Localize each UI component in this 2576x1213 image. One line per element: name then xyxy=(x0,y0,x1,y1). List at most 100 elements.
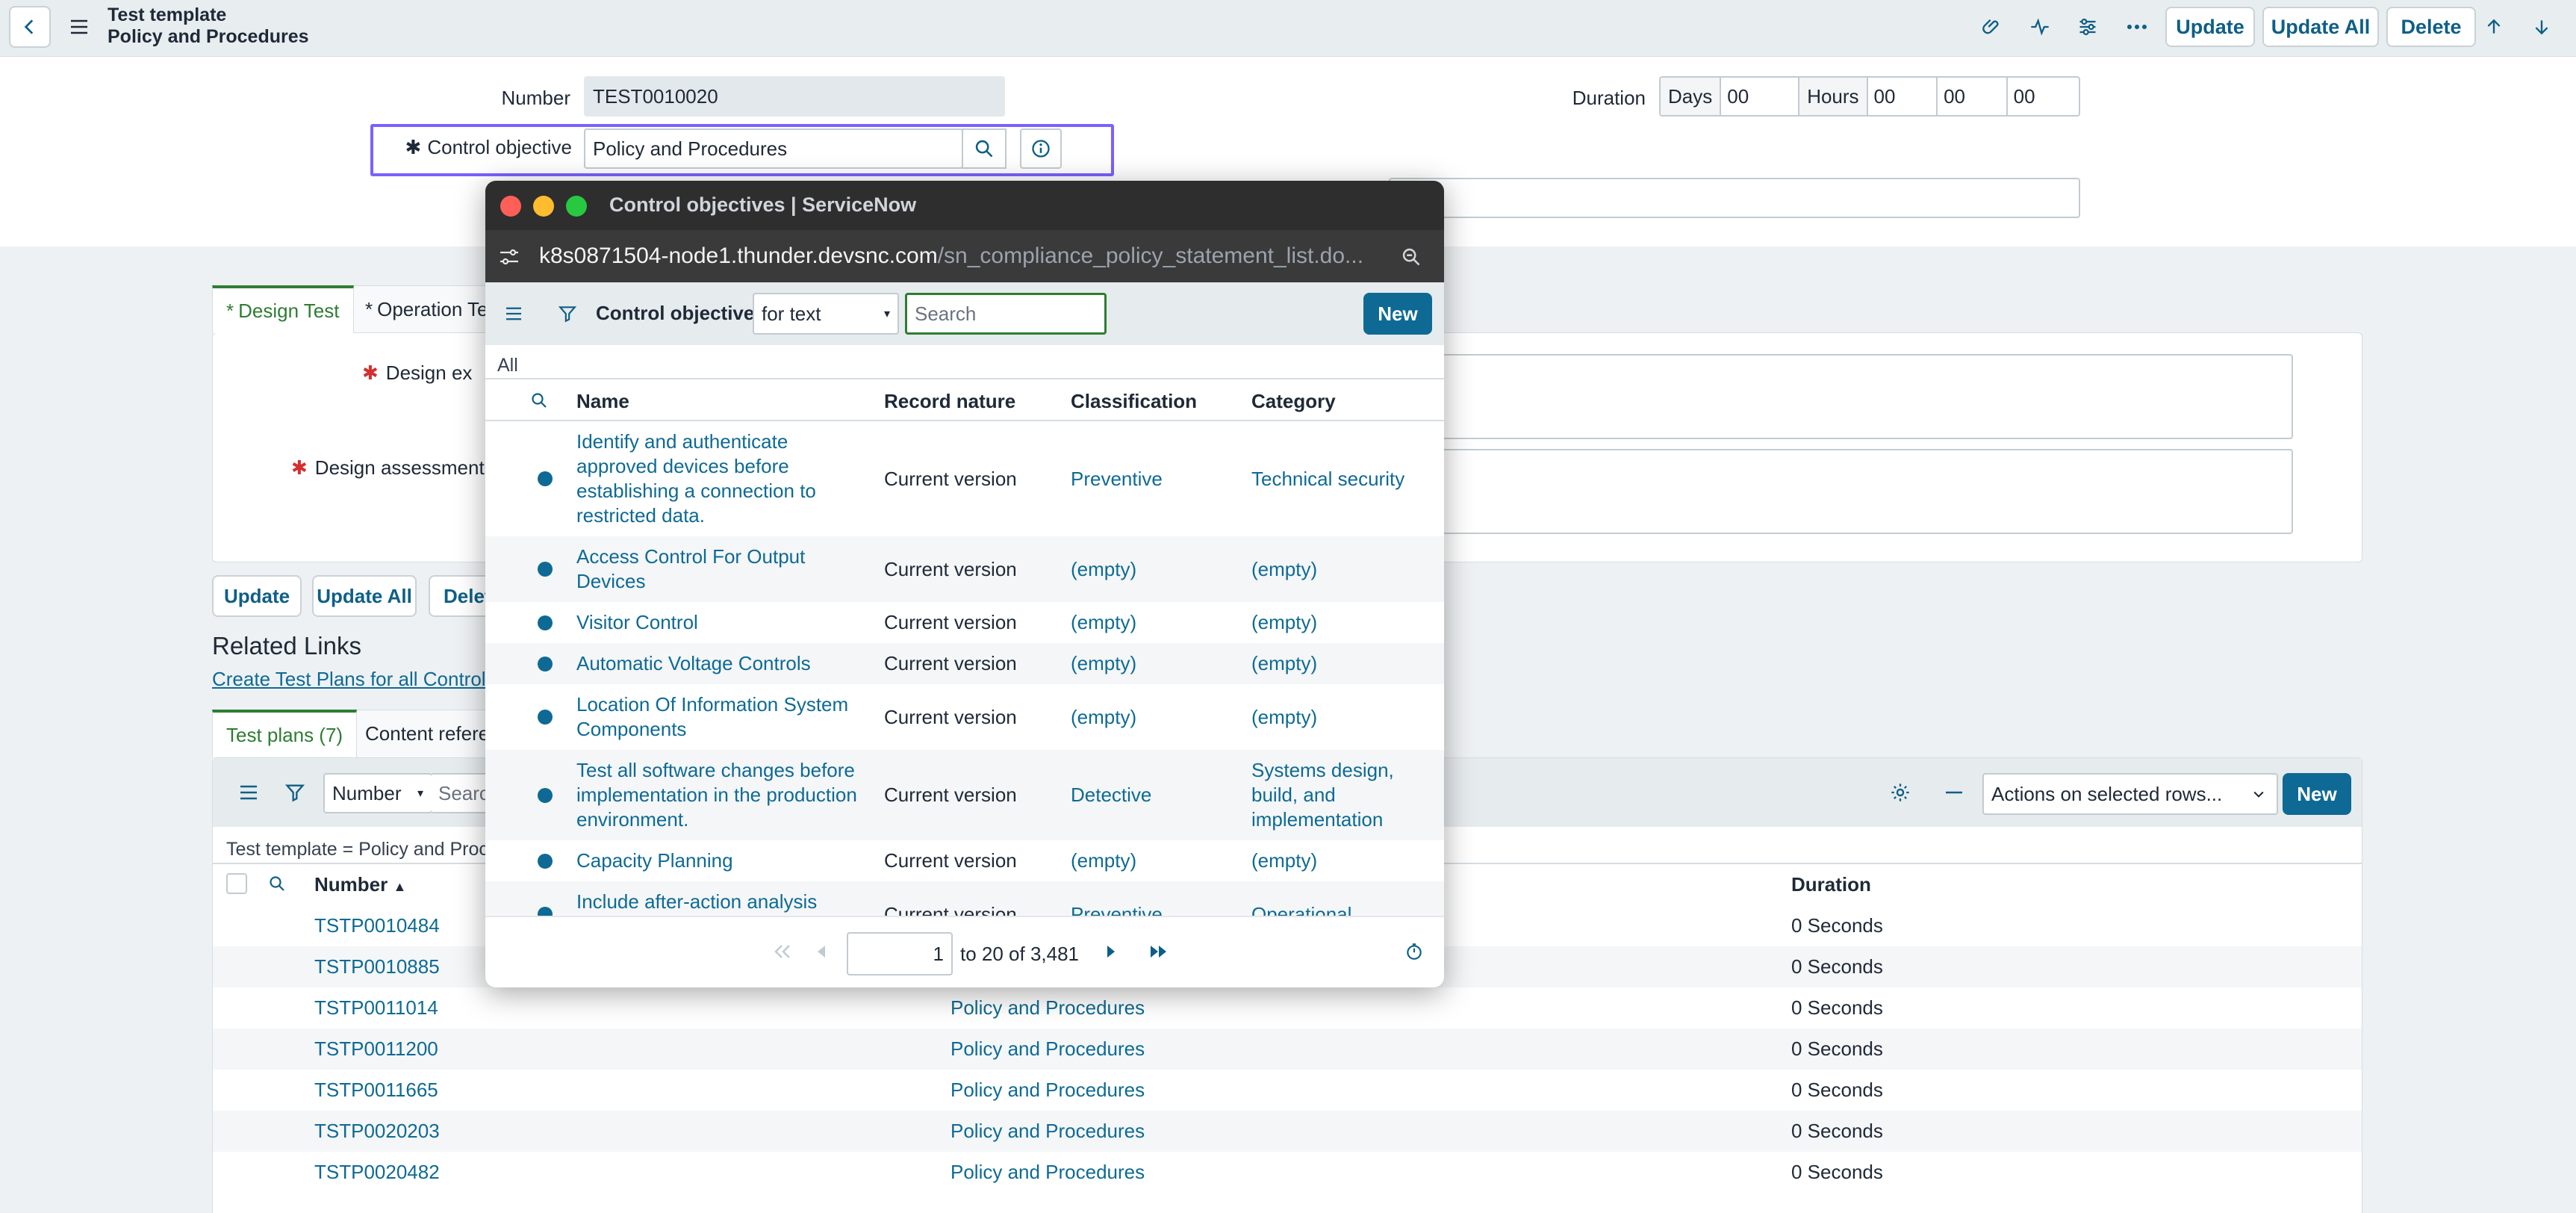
popup-list-item[interactable]: Capacity Planning Current version (empty) (… xyxy=(485,840,1444,881)
classification-cell[interactable]: (empty) xyxy=(1071,684,1136,750)
popup-column-record-nature[interactable]: Record nature xyxy=(884,390,1015,413)
popup-search-input[interactable]: Search xyxy=(905,293,1107,335)
category-cell[interactable]: build, and xyxy=(1251,783,1394,807)
test-plan-number-link[interactable]: TSTP0020482 xyxy=(314,1152,440,1193)
actions-select[interactable]: Actions on selected rows... xyxy=(1982,773,2278,815)
table-row[interactable]: TSTP0020203 Policy and Procedures 0 Second… xyxy=(213,1111,2362,1152)
design-expectation-input[interactable] xyxy=(1407,354,2293,439)
list-field-select[interactable]: Number ▾ xyxy=(323,773,432,813)
filter-icon[interactable] xyxy=(280,778,310,807)
test-plan-template-link[interactable]: Policy and Procedures xyxy=(951,1152,1145,1193)
page-number-input[interactable]: 1 xyxy=(847,932,953,975)
category-cell[interactable]: (empty) xyxy=(1251,849,1317,873)
select-all-checkbox[interactable] xyxy=(226,873,247,894)
test-plan-number-link[interactable]: TSTP0011665 xyxy=(314,1070,438,1111)
test-plan-number-link[interactable]: TSTP0011014 xyxy=(314,987,438,1029)
design-assessment-input[interactable] xyxy=(1407,449,2293,534)
category-cell[interactable]: (empty) xyxy=(1251,651,1317,676)
column-search-icon[interactable] xyxy=(264,870,290,897)
list-settings-icon[interactable] xyxy=(1885,778,1915,807)
control-objective-name-link[interactable]: Capacity Planning xyxy=(576,849,733,873)
control-objective-name-link[interactable]: establishing a connection to xyxy=(576,479,816,503)
more-options-icon[interactable] xyxy=(2122,12,2152,42)
classification-cell[interactable]: (empty) xyxy=(1071,602,1136,643)
number-field[interactable]: TEST0010020 xyxy=(584,76,1005,117)
popup-url[interactable]: k8s0871504-node1.thunder.devsnc.com/sn_c… xyxy=(539,243,1363,269)
popup-column-category[interactable]: Category xyxy=(1251,390,1336,413)
info-button[interactable] xyxy=(1020,128,1062,169)
control-objective-name-link[interactable]: Location Of Information System xyxy=(576,692,848,717)
category-cell[interactable]: Operational xyxy=(1251,902,1351,916)
hours-input[interactable]: 00 xyxy=(1868,78,1938,115)
update-button[interactable]: Update xyxy=(2165,7,2255,47)
control-objective-name-link[interactable]: Test all software changes before xyxy=(576,758,857,783)
column-header-number[interactable]: Number ▲ xyxy=(314,873,406,896)
test-plan-number-link[interactable]: TSTP0010484 xyxy=(314,905,440,946)
control-objective-name-link[interactable]: restricted data. xyxy=(576,503,816,528)
test-plan-template-link[interactable]: Policy and Procedures xyxy=(951,987,1145,1029)
control-objective-name-link[interactable]: Components xyxy=(576,717,848,742)
form-menu-icon[interactable] xyxy=(66,13,93,40)
table-row[interactable]: TSTP0011200 Policy and Procedures 0 Second… xyxy=(213,1029,2362,1070)
popup-menu-icon[interactable] xyxy=(500,300,527,327)
control-objective-name-link[interactable]: Devices xyxy=(576,569,805,594)
category-cell[interactable]: (empty) xyxy=(1251,610,1317,635)
seconds-input[interactable]: 00 xyxy=(2008,78,2079,115)
update-all-button-bottom[interactable]: Update All xyxy=(312,575,417,617)
zoom-icon[interactable] xyxy=(1398,243,1425,270)
arrow-up-icon[interactable] xyxy=(2479,12,2509,42)
category-cell[interactable]: implementation xyxy=(1251,807,1394,832)
attachment-icon[interactable] xyxy=(1977,12,2007,42)
control-objective-name-link[interactable]: environment. xyxy=(576,807,857,832)
first-page-icon[interactable] xyxy=(769,938,796,965)
tab-design-test[interactable]: * Design Test xyxy=(212,285,354,333)
list-new-button[interactable]: New xyxy=(2283,773,2351,815)
category-cell[interactable]: (empty) xyxy=(1251,557,1317,582)
popup-list-item[interactable]: Test all software changes before implemen… xyxy=(485,750,1444,840)
classification-cell[interactable]: (empty) xyxy=(1071,643,1136,684)
lookup-search-button[interactable] xyxy=(962,128,1007,169)
previous-page-icon[interactable] xyxy=(808,938,835,965)
category-cell[interactable]: Systems design, xyxy=(1251,758,1394,783)
classification-cell[interactable]: Detective xyxy=(1071,750,1151,840)
activity-icon[interactable] xyxy=(2025,12,2055,42)
control-objective-name-link[interactable]: Identify and authenticate xyxy=(576,429,816,454)
table-row[interactable]: TSTP0011665 Policy and Procedures 0 Second… xyxy=(213,1070,2362,1111)
test-plan-template-link[interactable]: Policy and Procedures xyxy=(951,1070,1145,1111)
control-objective-name-link[interactable]: Visitor Control xyxy=(576,610,698,635)
popup-column-classification[interactable]: Classification xyxy=(1071,390,1197,413)
category-cell[interactable]: Technical security xyxy=(1251,467,1404,491)
update-all-button[interactable]: Update All xyxy=(2262,7,2379,47)
settings-sliders-icon[interactable] xyxy=(2073,12,2103,42)
control-objective-name-link[interactable]: approved devices before xyxy=(576,454,816,479)
control-objective-name-link[interactable]: Automatic Voltage Controls xyxy=(576,651,811,676)
next-page-icon[interactable] xyxy=(1098,938,1124,965)
test-plan-template-link[interactable]: Policy and Procedures xyxy=(951,1029,1145,1070)
control-objective-input[interactable]: Policy and Procedures xyxy=(584,128,963,169)
classification-cell[interactable]: Preventive xyxy=(1071,881,1163,916)
update-button-bottom[interactable]: Update xyxy=(212,575,302,617)
popup-column-search-icon[interactable] xyxy=(526,387,553,414)
list-menu-icon[interactable] xyxy=(234,778,264,807)
minutes-input[interactable]: 00 xyxy=(1938,78,2008,115)
table-row[interactable]: TSTP0011014 Policy and Procedures 0 Second… xyxy=(213,987,2362,1029)
popup-list-item[interactable]: Access Control For Output Devices Current … xyxy=(485,536,1444,602)
classification-cell[interactable]: (empty) xyxy=(1071,536,1136,602)
last-page-icon[interactable] xyxy=(1145,938,1172,965)
classification-cell[interactable]: Preventive xyxy=(1071,421,1163,536)
popup-new-button[interactable]: New xyxy=(1363,293,1432,335)
create-test-plans-link[interactable]: Create Test Plans for all Controls xyxy=(212,668,496,691)
popup-filter-icon[interactable] xyxy=(554,300,581,327)
test-plan-number-link[interactable]: TSTP0020203 xyxy=(314,1111,440,1152)
category-cell[interactable]: (empty) xyxy=(1251,705,1317,730)
tab-operation-test[interactable]: * Operation Te xyxy=(351,285,503,333)
popup-column-name[interactable]: Name xyxy=(576,390,629,413)
control-objective-name-link[interactable]: implementation in the production xyxy=(576,783,857,807)
collapse-icon[interactable] xyxy=(1939,778,1969,807)
popup-list-item[interactable]: Automatic Voltage Controls Current versio… xyxy=(485,643,1444,684)
back-button[interactable] xyxy=(9,6,51,48)
popup-list-item[interactable]: Visitor Control Current version (empty) (em… xyxy=(485,602,1444,643)
popup-list-item[interactable]: Location Of Information System Components… xyxy=(485,684,1444,750)
minimize-window-button[interactable] xyxy=(533,196,554,217)
control-objective-name-link[interactable]: Include after-action analysis xyxy=(576,890,817,914)
